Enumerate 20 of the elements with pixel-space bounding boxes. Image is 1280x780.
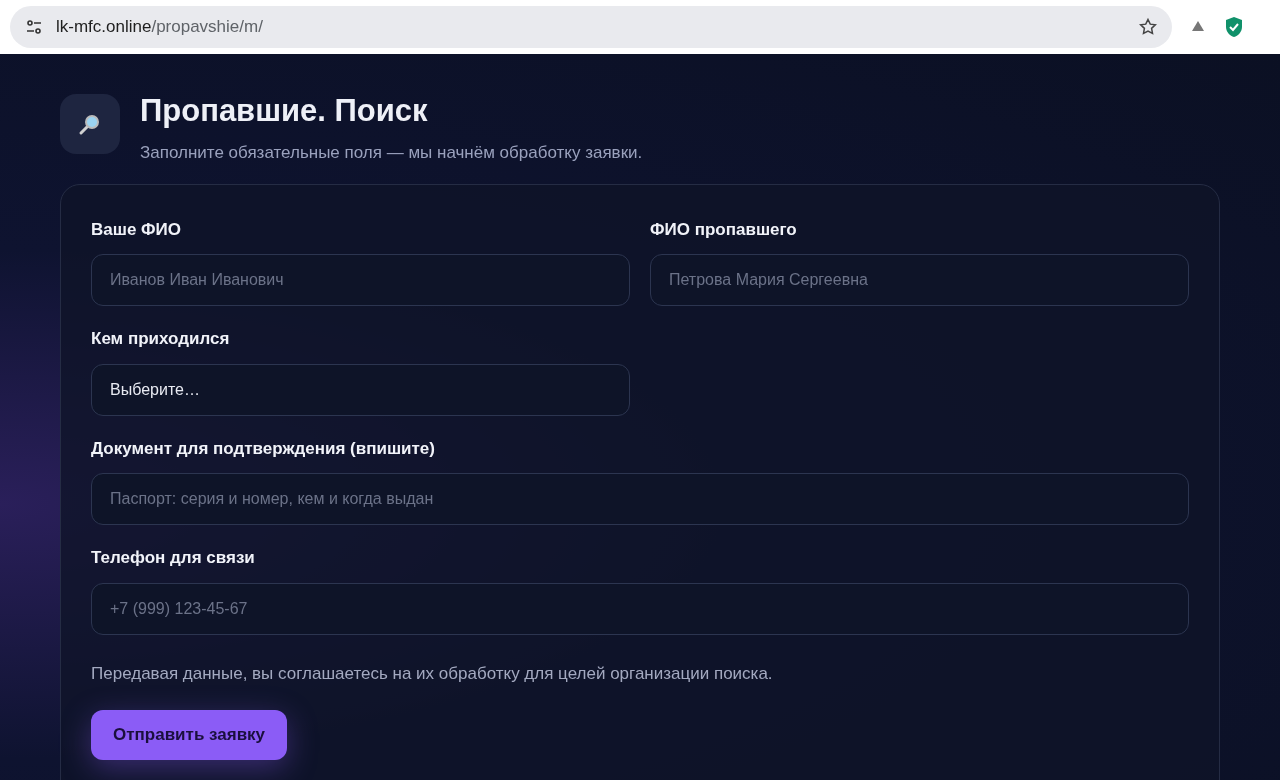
magnifier-icon <box>78 112 102 136</box>
consent-text: Передавая данные, вы соглашаетесь на их обработку для целей организации поиска. <box>91 662 774 685</box>
url-text: lk-mfc.online/propavshie/m/ <box>56 16 264 39</box>
page-title: Пропавшие. Поиск <box>140 94 429 128</box>
bookmark-star-icon[interactable] <box>1138 17 1158 37</box>
field-label: Кем приходился <box>91 328 231 350</box>
select-field[interactable]: Выберите… <box>91 363 630 416</box>
site-settings-icon[interactable] <box>24 17 44 37</box>
page-subtitle: Заполните обязательные поля — мы начнём обработку заявки. <box>140 142 643 164</box>
input-field[interactable]: Иванов Иван Иванович <box>91 254 630 306</box>
submit-button[interactable]: Отправить заявку <box>91 710 288 760</box>
field-label: Документ для подтверждения (впишите) <box>91 437 436 460</box>
input-field[interactable]: Петрова Мария Сергеевна <box>650 254 1189 306</box>
shield-icon[interactable] <box>1224 16 1244 38</box>
address-bar[interactable]: lk-mfc.online/propavshie/m/ <box>10 6 1172 48</box>
input-field[interactable]: +7 (999) 123-45-67 <box>91 582 1189 635</box>
field-label: ФИО пропавшего <box>650 218 798 241</box>
input-field[interactable]: Паспорт: серия и номер, кем и когда выдан <box>91 473 1189 525</box>
field-label: Ваше ФИО <box>91 218 183 241</box>
field-label: Телефон для связи <box>91 547 256 569</box>
